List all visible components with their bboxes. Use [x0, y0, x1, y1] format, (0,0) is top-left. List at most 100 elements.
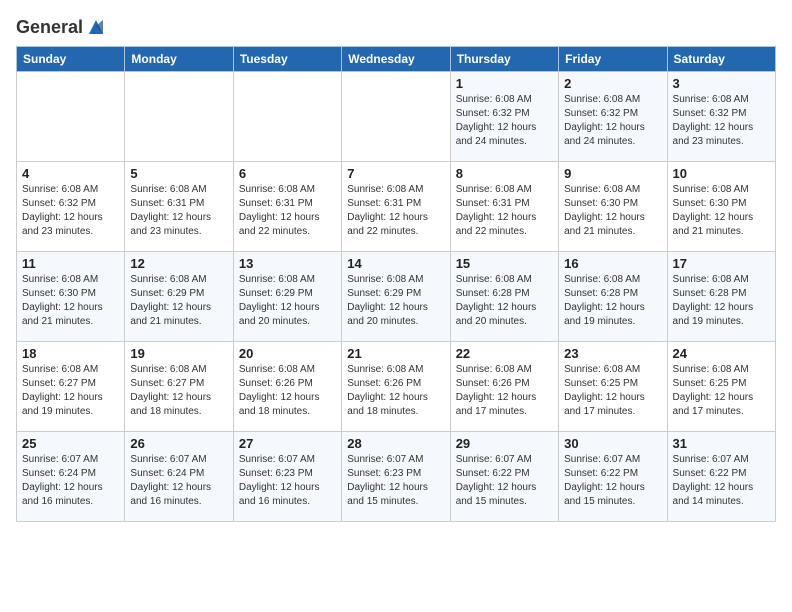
calendar-cell: 18Sunrise: 6:08 AM Sunset: 6:27 PM Dayli… — [17, 342, 125, 432]
calendar-cell: 10 Sunrise: 6:08 AM Sunset: 6:30 PM Dayli… — [667, 162, 775, 252]
day-info: Sunrise: 6:08 AM Sunset: 6:32 PM Dayligh… — [22, 183, 119, 239]
day-info: Sunrise: 6:07 AM Sunset: 6:22 PM Dayligh… — [564, 453, 661, 509]
calendar-cell: 21 Sunrise: 6:08 AM Sunset: 6:26 PM Dayli… — [342, 342, 450, 432]
day-number: 31 — [673, 436, 770, 451]
calendar-cell: 15 Sunrise: 6:08 AM Sunset: 6:28 PM Dayli… — [450, 252, 558, 342]
day-info: Sunrise: 6:08 AM Sunset: 6:32 PM Dayligh… — [456, 93, 553, 149]
calendar-cell: 8 Sunrise: 6:08 AM Sunset: 6:31 PM Daylig… — [450, 162, 558, 252]
calendar-cell: 24 Sunrise: 6:08 AM Sunset: 6:25 PM Dayli… — [667, 342, 775, 432]
day-number: 14 — [347, 256, 444, 271]
day-number: 7 — [347, 166, 444, 181]
calendar-cell: 7 Sunrise: 6:08 AM Sunset: 6:31 PM Daylig… — [342, 162, 450, 252]
day-header-monday: Monday — [125, 47, 233, 72]
calendar-cell: 9 Sunrise: 6:08 AM Sunset: 6:30 PM Daylig… — [559, 162, 667, 252]
day-info: Sunrise: 6:08 AM Sunset: 6:29 PM Dayligh… — [130, 273, 227, 329]
day-number: 26 — [130, 436, 227, 451]
day-number: 28 — [347, 436, 444, 451]
calendar-table: SundayMondayTuesdayWednesdayThursdayFrid… — [16, 46, 776, 522]
calendar-cell: 28 Sunrise: 6:07 AM Sunset: 6:23 PM Dayli… — [342, 432, 450, 522]
day-header-tuesday: Tuesday — [233, 47, 341, 72]
day-number: 9 — [564, 166, 661, 181]
day-number: 16 — [564, 256, 661, 271]
day-info: Sunrise: 6:08 AM Sunset: 6:25 PM Dayligh… — [673, 363, 770, 419]
day-number: 5 — [130, 166, 227, 181]
day-number: 10 — [673, 166, 770, 181]
day-info: Sunrise: 6:08 AM Sunset: 6:25 PM Dayligh… — [564, 363, 661, 419]
day-number: 23 — [564, 346, 661, 361]
day-info: Sunrise: 6:08 AM Sunset: 6:26 PM Dayligh… — [456, 363, 553, 419]
calendar-cell: 1 Sunrise: 6:08 AM Sunset: 6:32 PM Daylig… — [450, 72, 558, 162]
day-number: 30 — [564, 436, 661, 451]
calendar-cell — [17, 72, 125, 162]
week-row-4: 18Sunrise: 6:08 AM Sunset: 6:27 PM Dayli… — [17, 342, 776, 432]
calendar-cell: 27Sunrise: 6:07 AM Sunset: 6:23 PM Dayli… — [233, 432, 341, 522]
day-info: Sunrise: 6:07 AM Sunset: 6:23 PM Dayligh… — [347, 453, 444, 509]
day-number: 13 — [239, 256, 336, 271]
day-info: Sunrise: 6:08 AM Sunset: 6:28 PM Dayligh… — [564, 273, 661, 329]
week-row-3: 11 Sunrise: 6:08 AM Sunset: 6:30 PM Dayli… — [17, 252, 776, 342]
day-info: Sunrise: 6:08 AM Sunset: 6:31 PM Dayligh… — [456, 183, 553, 239]
calendar-cell: 11 Sunrise: 6:08 AM Sunset: 6:30 PM Dayli… — [17, 252, 125, 342]
day-info: Sunrise: 6:08 AM Sunset: 6:27 PM Dayligh… — [22, 363, 119, 419]
calendar-cell: 29 Sunrise: 6:07 AM Sunset: 6:22 PM Dayli… — [450, 432, 558, 522]
day-info: Sunrise: 6:08 AM Sunset: 6:28 PM Dayligh… — [673, 273, 770, 329]
day-info: Sunrise: 6:08 AM Sunset: 6:30 PM Dayligh… — [673, 183, 770, 239]
day-number: 2 — [564, 76, 661, 91]
week-row-1: 1 Sunrise: 6:08 AM Sunset: 6:32 PM Daylig… — [17, 72, 776, 162]
day-info: Sunrise: 6:07 AM Sunset: 6:23 PM Dayligh… — [239, 453, 336, 509]
day-number: 21 — [347, 346, 444, 361]
logo-text: General — [16, 18, 83, 38]
day-header-wednesday: Wednesday — [342, 47, 450, 72]
calendar-cell — [342, 72, 450, 162]
day-number: 15 — [456, 256, 553, 271]
day-info: Sunrise: 6:07 AM Sunset: 6:22 PM Dayligh… — [673, 453, 770, 509]
calendar-cell: 20Sunrise: 6:08 AM Sunset: 6:26 PM Dayli… — [233, 342, 341, 432]
day-header-sunday: Sunday — [17, 47, 125, 72]
calendar-cell: 12 Sunrise: 6:08 AM Sunset: 6:29 PM Dayli… — [125, 252, 233, 342]
day-number: 19 — [130, 346, 227, 361]
day-number: 20 — [239, 346, 336, 361]
day-number: 12 — [130, 256, 227, 271]
day-info: Sunrise: 6:08 AM Sunset: 6:31 PM Dayligh… — [239, 183, 336, 239]
calendar-cell: 2 Sunrise: 6:08 AM Sunset: 6:32 PM Daylig… — [559, 72, 667, 162]
calendar-cell: 13 Sunrise: 6:08 AM Sunset: 6:29 PM Dayli… — [233, 252, 341, 342]
day-info: Sunrise: 6:08 AM Sunset: 6:30 PM Dayligh… — [564, 183, 661, 239]
day-info: Sunrise: 6:08 AM Sunset: 6:32 PM Dayligh… — [564, 93, 661, 149]
day-info: Sunrise: 6:08 AM Sunset: 6:30 PM Dayligh… — [22, 273, 119, 329]
day-number: 8 — [456, 166, 553, 181]
day-info: Sunrise: 6:08 AM Sunset: 6:28 PM Dayligh… — [456, 273, 553, 329]
day-number: 1 — [456, 76, 553, 91]
calendar-cell: 5 Sunrise: 6:08 AM Sunset: 6:31 PM Daylig… — [125, 162, 233, 252]
day-header-friday: Friday — [559, 47, 667, 72]
week-row-2: 4Sunrise: 6:08 AM Sunset: 6:32 PM Daylig… — [17, 162, 776, 252]
day-info: Sunrise: 6:08 AM Sunset: 6:31 PM Dayligh… — [130, 183, 227, 239]
calendar-cell — [125, 72, 233, 162]
day-info: Sunrise: 6:07 AM Sunset: 6:24 PM Dayligh… — [22, 453, 119, 509]
calendar-cell: 17Sunrise: 6:08 AM Sunset: 6:28 PM Dayli… — [667, 252, 775, 342]
page-header: General — [16, 16, 776, 38]
day-header-saturday: Saturday — [667, 47, 775, 72]
logo-icon — [85, 16, 107, 38]
day-info: Sunrise: 6:08 AM Sunset: 6:31 PM Dayligh… — [347, 183, 444, 239]
calendar-cell: 3 Sunrise: 6:08 AM Sunset: 6:32 PM Daylig… — [667, 72, 775, 162]
day-number: 22 — [456, 346, 553, 361]
calendar-cell — [233, 72, 341, 162]
week-row-5: 25 Sunrise: 6:07 AM Sunset: 6:24 PM Dayli… — [17, 432, 776, 522]
day-number: 29 — [456, 436, 553, 451]
days-header-row: SundayMondayTuesdayWednesdayThursdayFrid… — [17, 47, 776, 72]
day-number: 3 — [673, 76, 770, 91]
calendar-cell: 22 Sunrise: 6:08 AM Sunset: 6:26 PM Dayli… — [450, 342, 558, 432]
day-info: Sunrise: 6:08 AM Sunset: 6:29 PM Dayligh… — [239, 273, 336, 329]
logo: General — [16, 16, 107, 38]
calendar-cell: 25 Sunrise: 6:07 AM Sunset: 6:24 PM Dayli… — [17, 432, 125, 522]
day-number: 11 — [22, 256, 119, 271]
day-info: Sunrise: 6:07 AM Sunset: 6:24 PM Dayligh… — [130, 453, 227, 509]
calendar-cell: 19Sunrise: 6:08 AM Sunset: 6:27 PM Dayli… — [125, 342, 233, 432]
day-number: 25 — [22, 436, 119, 451]
calendar-cell: 26 Sunrise: 6:07 AM Sunset: 6:24 PM Dayli… — [125, 432, 233, 522]
day-header-thursday: Thursday — [450, 47, 558, 72]
day-info: Sunrise: 6:08 AM Sunset: 6:26 PM Dayligh… — [347, 363, 444, 419]
day-number: 24 — [673, 346, 770, 361]
day-info: Sunrise: 6:07 AM Sunset: 6:22 PM Dayligh… — [456, 453, 553, 509]
day-info: Sunrise: 6:08 AM Sunset: 6:32 PM Dayligh… — [673, 93, 770, 149]
